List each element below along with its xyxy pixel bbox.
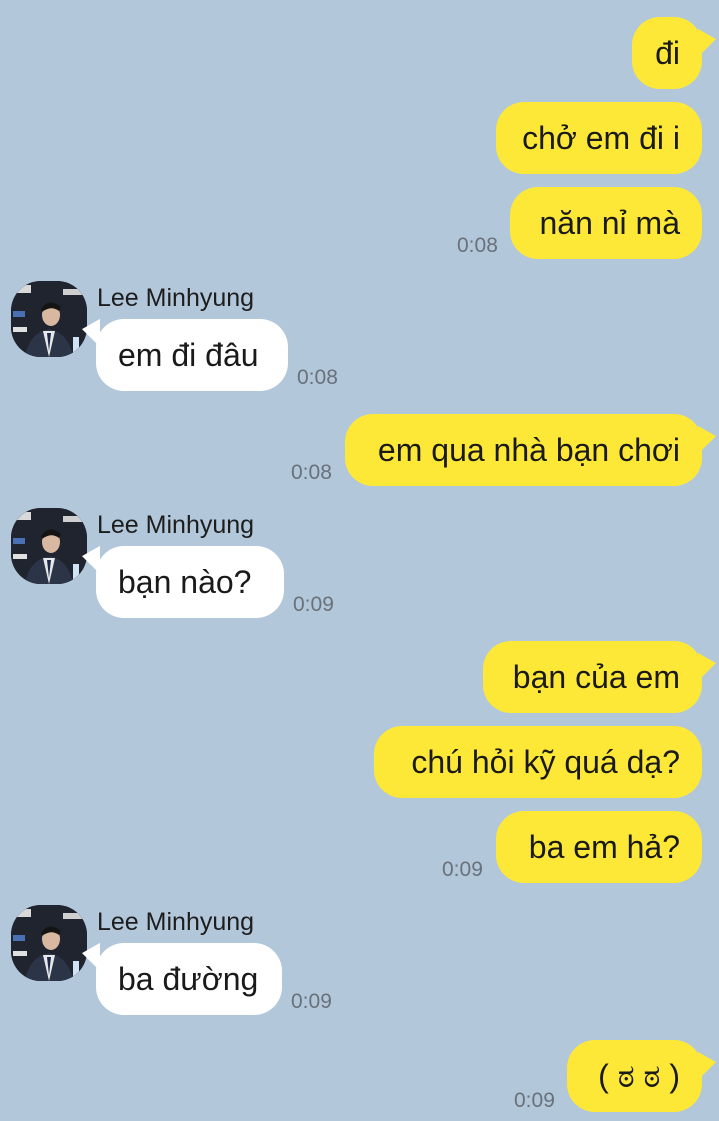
profile-photo: [11, 905, 87, 981]
message-timestamp: 0:08: [457, 234, 498, 257]
message-timestamp: 0:09: [291, 990, 332, 1013]
incoming-message[interactable]: ba đường: [96, 943, 282, 1015]
incoming-message[interactable]: bạn nào?: [96, 546, 284, 618]
bubble-tail: [82, 540, 100, 574]
message-timestamp: 0:08: [297, 366, 338, 389]
bubble-tail: [698, 420, 716, 454]
profile-photo: [11, 281, 87, 357]
outgoing-message[interactable]: chú hỏi kỹ quá dạ?: [374, 726, 702, 798]
outgoing-message[interactable]: bạn của em: [483, 641, 702, 713]
sender-name: Lee Minhyung: [97, 511, 255, 539]
outgoing-message[interactable]: năn nỉ mà: [510, 187, 702, 259]
avatar[interactable]: [11, 905, 87, 981]
incoming-message[interactable]: em đi đâu: [96, 319, 288, 391]
outgoing-message[interactable]: em qua nhà bạn chơi: [345, 414, 702, 486]
bubble-tail: [82, 313, 100, 347]
outgoing-message[interactable]: ( ಠ ಠ ): [567, 1040, 702, 1112]
message-timestamp: 0:09: [514, 1089, 555, 1112]
sender-name: Lee Minhyung: [97, 908, 255, 936]
outgoing-message[interactable]: ba em hả?: [496, 811, 702, 883]
profile-photo: [11, 508, 87, 584]
message-timestamp: 0:09: [442, 858, 483, 881]
outgoing-message[interactable]: chở em đi i: [496, 102, 702, 174]
message-timestamp: 0:09: [293, 593, 334, 616]
bubble-tail: [82, 937, 100, 971]
bubble-tail: [698, 1046, 716, 1080]
message-timestamp: 0:08: [291, 461, 332, 484]
sender-name: Lee Minhyung: [97, 284, 255, 312]
bubble-tail: [698, 23, 716, 57]
avatar[interactable]: [11, 508, 87, 584]
avatar[interactable]: [11, 281, 87, 357]
bubble-tail: [698, 647, 716, 681]
outgoing-message[interactable]: đi: [632, 17, 702, 89]
